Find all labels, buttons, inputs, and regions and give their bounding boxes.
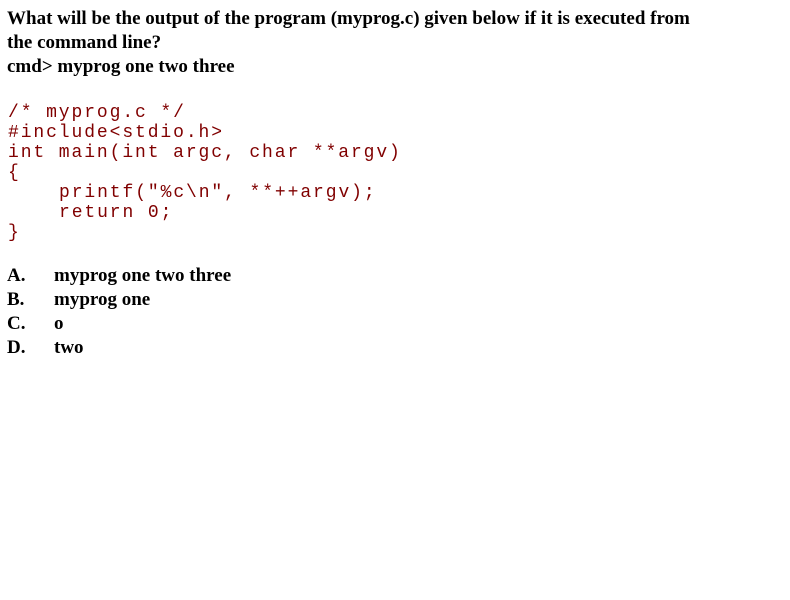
option-letter: B. [7, 289, 25, 310]
option-d[interactable]: D. two [7, 336, 231, 360]
code-line: { [8, 163, 21, 183]
code-line: int main(int argc, char **argv) [8, 143, 402, 163]
option-text: two [54, 337, 84, 358]
option-text: myprog one [54, 289, 151, 310]
command-line: cmd> myprog one two three [7, 56, 235, 77]
question-line: the command line? [7, 32, 162, 53]
answer-options: A. myprog one two three B. myprog one C.… [7, 264, 231, 360]
option-text: o [54, 313, 64, 334]
code-line: #include<stdio.h> [8, 123, 224, 143]
code-line: return 0; [59, 203, 174, 223]
question-text: What will be the output of the program (… [7, 7, 777, 79]
option-c[interactable]: C. o [7, 312, 231, 336]
code-line: /* myprog.c */ [8, 103, 186, 123]
option-text: myprog one two three [54, 265, 232, 286]
code-line: } [8, 223, 21, 243]
option-b[interactable]: B. myprog one [7, 288, 231, 312]
option-letter: C. [7, 313, 26, 334]
option-letter: A. [7, 265, 26, 286]
option-letter: D. [7, 337, 26, 358]
option-a[interactable]: A. myprog one two three [7, 264, 231, 288]
question-line: What will be the output of the program (… [7, 8, 690, 29]
code-block: /* myprog.c */#include<stdio.h> int main(… [8, 103, 402, 243]
code-line: printf("%c\n", **++argv); [59, 183, 377, 203]
